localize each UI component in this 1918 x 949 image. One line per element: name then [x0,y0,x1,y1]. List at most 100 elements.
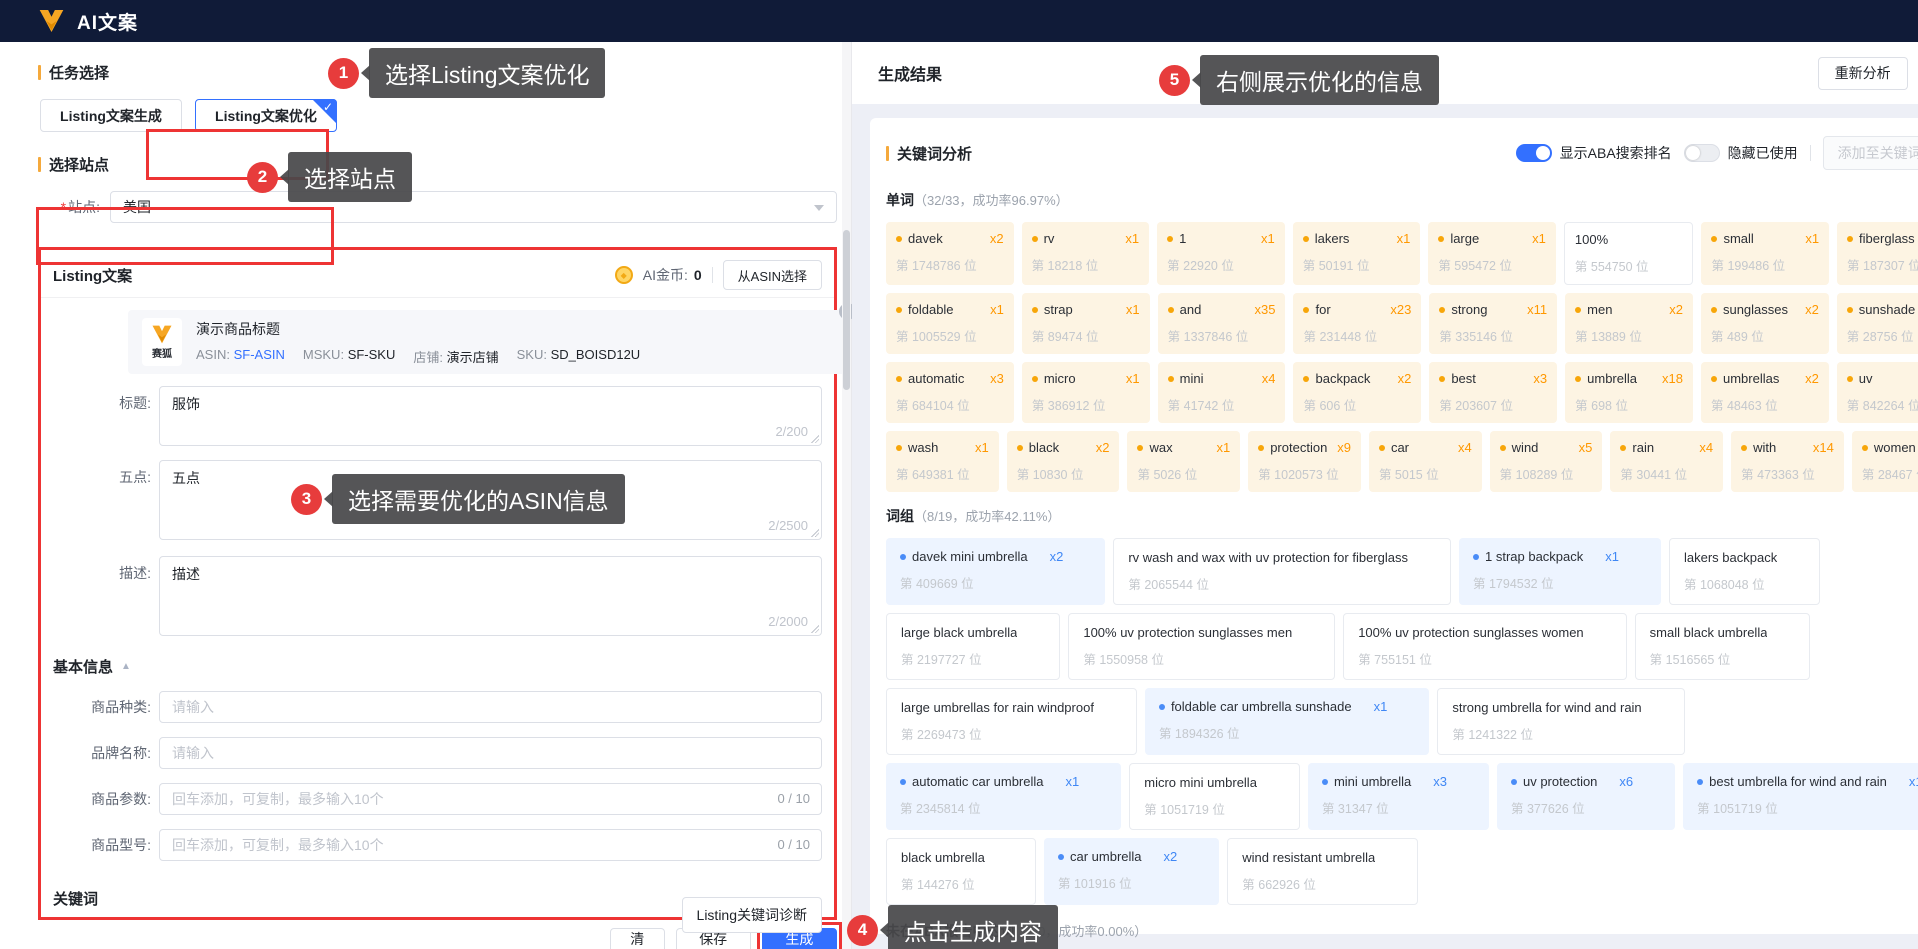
resize-grip-icon[interactable] [810,624,819,633]
keyword-rank: 第 377626 位 [1510,802,1585,816]
word-chip[interactable]: uvx8第 842264 位 [1836,362,1918,423]
word-chip[interactable]: womenx2第 28467 位 [1851,431,1918,492]
keyword-rank: 第 662926 位 [1242,878,1316,892]
keyword-rank: 第 30441 位 [1620,468,1688,482]
reanalyze-button[interactable]: 重新分析 [1817,56,1908,90]
phrase-chip[interactable]: wind resistant umbrella 第 662926 位 [1227,838,1419,905]
show-aba-rank-toggle[interactable] [1515,144,1552,162]
phrase-chip[interactable]: foldable car umbrella sunshade x1 第 189432… [1144,688,1430,755]
word-chip[interactable]: lakers x1 第 50191 位 [1292,222,1421,285]
keyword-text: strong umbrella for wind and rain [1452,700,1642,715]
word-chip[interactable]: and x35 第 1337846 位 [1157,293,1286,354]
keyword-count: x11 [1527,302,1548,317]
model-input[interactable] [159,829,822,861]
word-chip[interactable]: fiberglassx3第 187307 位 [1837,222,1918,285]
add-keyword-monitor-button[interactable]: 添加至关键词监控 [1822,136,1918,170]
word-chip[interactable]: sunshadex1第 28756 位 [1836,293,1918,354]
word-chip[interactable]: small x1 第 199486 位 [1701,222,1830,285]
brand-input[interactable] [159,737,822,769]
phrase-chip[interactable]: 1 strap backpack x1 第 1794532 位 [1458,538,1661,605]
word-chip[interactable]: strong x11 第 335146 位 [1429,293,1558,354]
word-chip[interactable]: black x2 第 10830 位 [1006,431,1120,492]
word-chip[interactable]: wind x5 第 108289 位 [1489,431,1603,492]
resize-grip-icon[interactable] [810,434,819,443]
phrase-chip[interactable]: strong umbrella for wind and rain 第 12413… [1437,688,1685,755]
keyword-dot-icon [1741,444,1748,451]
phrase-chip[interactable]: mini umbrella x3 第 31347 位 [1307,763,1489,830]
phrase-chip[interactable]: lakers backpack 第 1068048 位 [1669,538,1821,605]
bullets-textarea[interactable]: 五点 [159,460,822,540]
keyword-text: black [1028,440,1060,455]
params-input[interactable] [159,783,822,815]
word-chip[interactable]: with x14 第 473363 位 [1731,431,1844,492]
tab-listing-generate[interactable]: Listing文案生成 [40,99,182,132]
keyword-text: 1 strap backpack [1484,549,1584,564]
basic-info-header[interactable]: 基本信息 ▲ [53,656,822,677]
site-select[interactable]: 美国 [110,191,837,223]
keyword-count: x4 [1699,440,1714,455]
phrase-chip[interactable]: small black umbrella 第 1516565 位 [1634,613,1811,680]
resize-grip-icon[interactable] [810,528,819,537]
phrase-chip[interactable]: best umbrella for wind and rain x1 第 10517… [1683,763,1918,830]
phrase-chip[interactable]: large umbrellas for rain windproof 第 2269… [886,688,1137,755]
word-chip[interactable]: micro x1 第 386912 位 [1021,362,1150,423]
word-chip[interactable]: umbrella x18 第 698 位 [1565,362,1693,423]
word-chip[interactable]: wash x1 第 649381 位 [886,431,999,492]
hide-used-toggle[interactable] [1683,144,1720,162]
keyword-text: lakers backpack [1684,550,1778,565]
phrase-chip[interactable]: large black umbrella 第 2197727 位 [886,613,1061,680]
keyword-dot-icon [1031,306,1038,313]
divider [41,297,834,298]
phrase-chip[interactable]: rv wash and wax with uv protection for f… [1113,538,1451,605]
keyword-text: wash [908,440,939,455]
left-panel-scrollbar[interactable] [842,42,851,949]
keyword-text: micro [1043,371,1076,386]
word-chip[interactable]: umbrellas x2 第 48463 位 [1700,362,1829,423]
keyword-rank: 第 1894326 位 [1158,727,1240,741]
word-chip[interactable]: mini x4 第 41742 位 [1157,362,1286,423]
phrase-chip[interactable]: automatic car umbrella x1 第 2345814 位 [886,763,1122,830]
phrase-chip[interactable]: micro mini umbrella 第 1051719 位 [1129,763,1300,830]
scrollbar-thumb[interactable] [843,230,850,390]
word-chip[interactable]: sunglasses x2 第 489 位 [1700,293,1829,354]
title-textarea[interactable]: 服饰 [159,386,822,446]
listing-keyword-diagnose-button[interactable]: Listing关键词诊断 [681,897,822,933]
word-chip[interactable]: davek x2 第 1748786 位 [886,222,1014,285]
keyword-text: wind [1511,440,1539,455]
asin-value-link[interactable]: SF-ASIN [234,347,285,362]
word-chip[interactable]: backpack x2 第 606 位 [1293,362,1422,423]
desc-textarea[interactable]: 描述 [159,556,822,636]
word-chip[interactable]: strap x1 第 89474 位 [1021,293,1150,354]
words-group-header: 单词（32/33，成功率96.97%） [886,190,1918,210]
keyword-count: x18 [1662,371,1683,386]
keyword-rank: 第 473363 位 [1741,468,1815,482]
phrase-chip[interactable]: 100% uv protection sunglasses women 第 755… [1343,613,1627,680]
word-chip[interactable]: best x3 第 203607 位 [1429,362,1558,423]
word-chip[interactable]: for x23 第 231448 位 [1293,293,1422,354]
category-input[interactable] [159,691,822,723]
word-chip[interactable]: automatic x3 第 684104 位 [886,362,1014,423]
word-chip-row: davek x2 第 1748786 位 rv x1 第 18218 位 1 x1 第 2292… [886,222,1918,285]
word-chip[interactable]: protection x9 第 1020573 位 [1248,431,1361,492]
keyword-count: x1 [975,440,989,455]
tab-listing-optimize[interactable]: Listing文案优化 ✓ [195,99,337,132]
phrase-chip[interactable]: davek mini umbrella x2 第 409669 位 [886,538,1106,605]
phrase-chip[interactable]: black umbrella 第 144276 位 [886,838,1036,905]
keyword-dot-icon [1697,778,1704,785]
phrase-chip[interactable]: car umbrella x2 第 101916 位 [1044,838,1220,905]
select-from-asin-button[interactable]: 从ASIN选择 [722,260,822,290]
word-chip[interactable]: rain x4 第 30441 位 [1610,431,1724,492]
word-chip[interactable]: men x2 第 13889 位 [1565,293,1693,354]
phrase-chip[interactable]: uv protection x6 第 377626 位 [1496,763,1676,830]
word-chip[interactable]: car x4 第 5015 位 [1368,431,1482,492]
keyword-count: x2 [1163,849,1178,864]
word-chip[interactable]: rv x1 第 18218 位 [1021,222,1150,285]
word-chip[interactable]: 100% 第 554750 位 [1563,222,1694,285]
clear-button[interactable]: 清空 [610,928,665,949]
word-chip[interactable]: foldable x1 第 1005529 位 [886,293,1014,354]
word-chip[interactable]: 1 x1 第 22920 位 [1157,222,1285,285]
bullets-counter: 2/2500 [768,518,808,533]
word-chip[interactable]: large x1 第 595472 位 [1428,222,1556,285]
word-chip[interactable]: wax x1 第 5026 位 [1127,431,1241,492]
phrase-chip[interactable]: 100% uv protection sunglasses men 第 15509… [1068,613,1336,680]
